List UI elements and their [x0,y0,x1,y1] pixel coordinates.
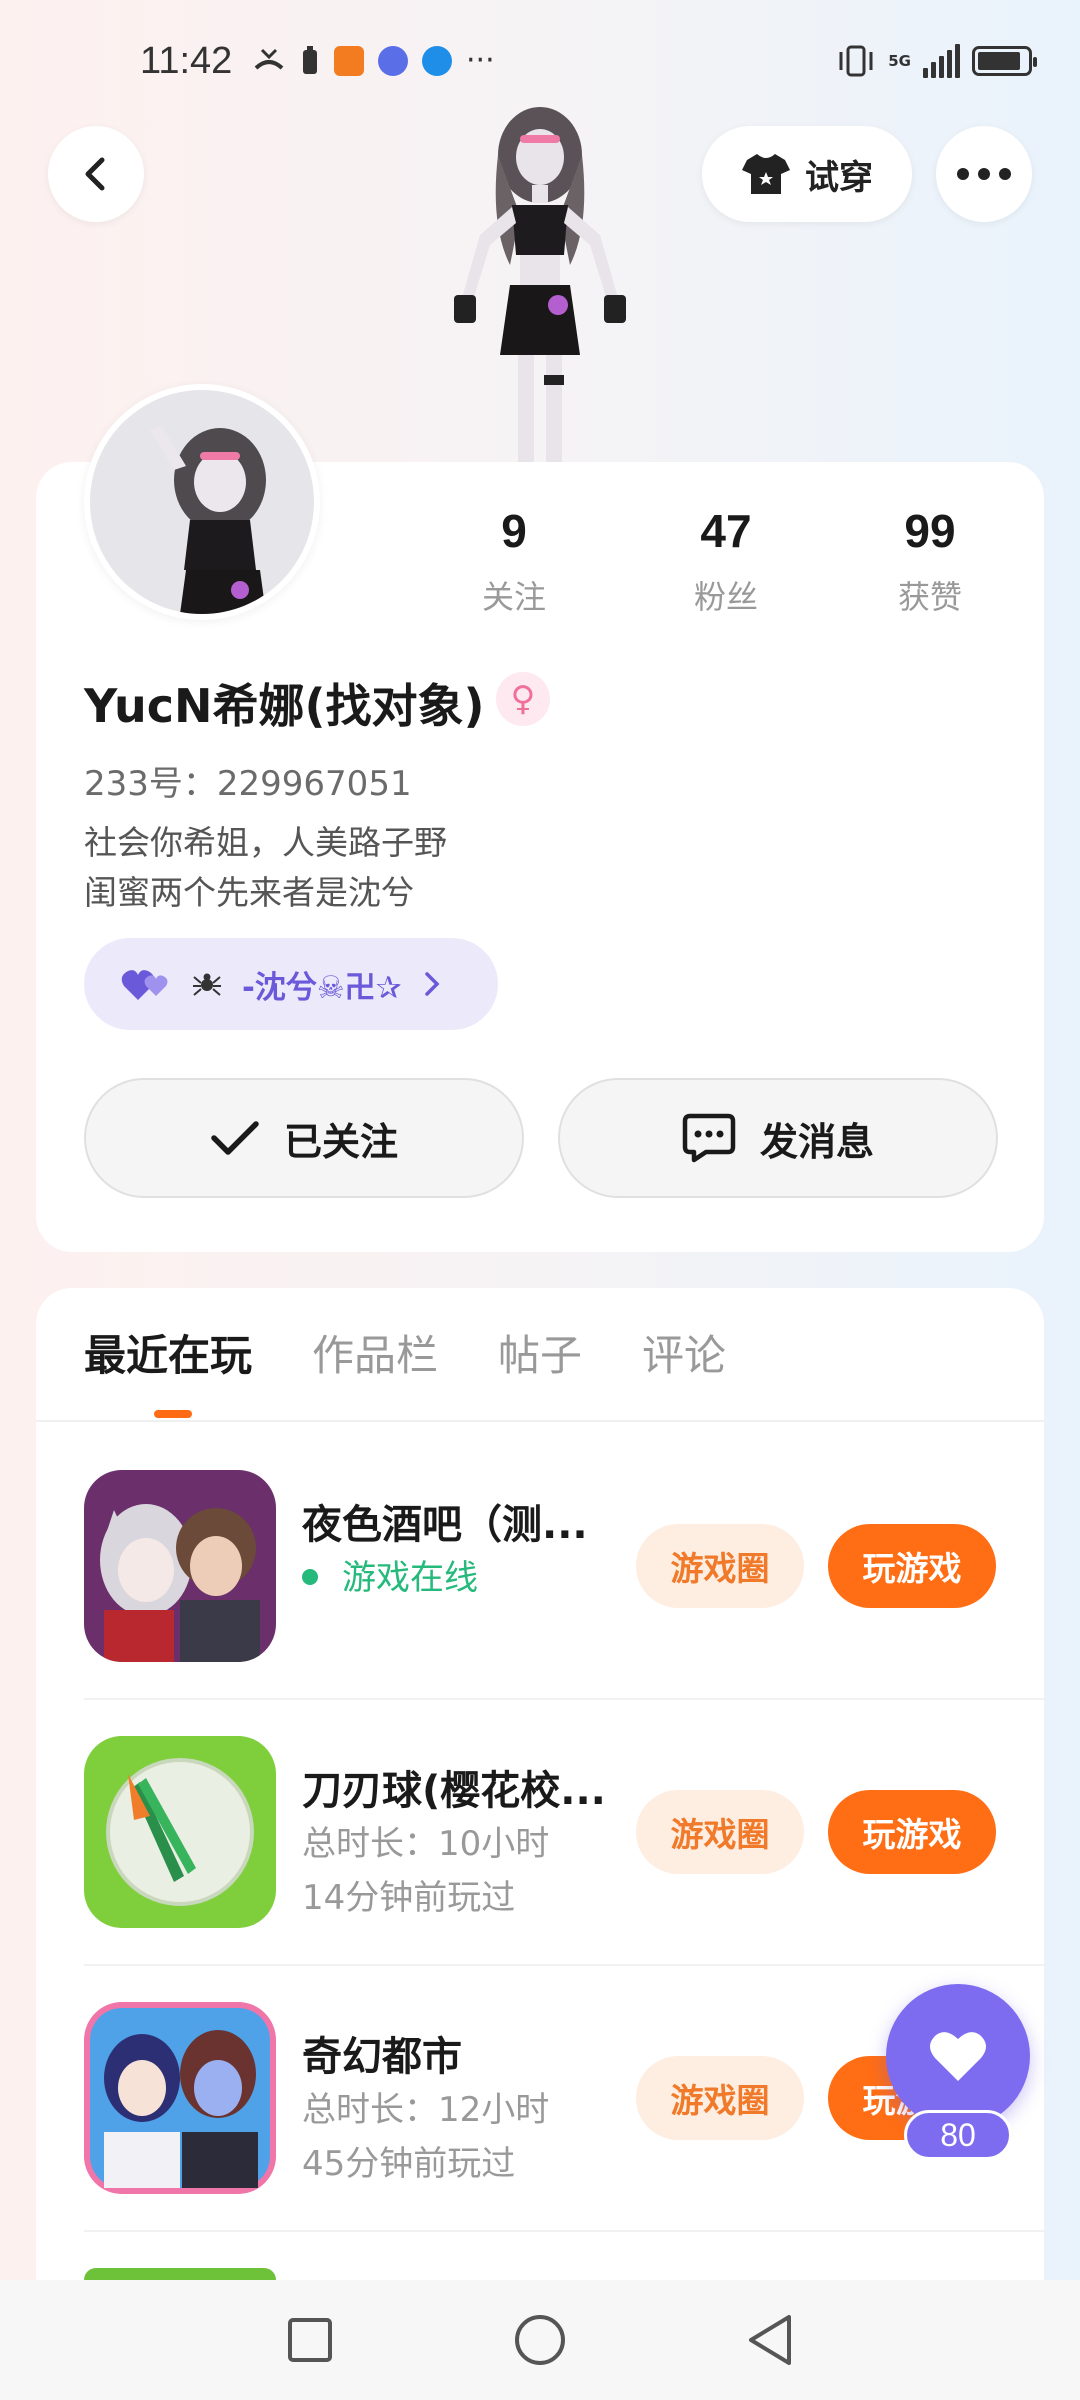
game-playtime: 总时长：12小时 [302,2090,550,2130]
stat-likes[interactable]: 99 获赞 [860,504,1000,618]
game-status: 游戏在线 [302,1550,478,1599]
stat-following-value: 9 [501,505,527,557]
game-title: 奇幻都市 [302,2034,462,2080]
stat-likes-label: 获赞 [897,578,962,616]
female-icon: ♀ [496,672,550,726]
tab-recently-played[interactable]: 最近在玩 [84,1322,252,1383]
bio-line: 社会你希姐，人美路子野 [84,823,447,862]
chat-bubble-icon [682,1113,736,1163]
divider [36,1420,1044,1422]
browser-icon [422,46,452,76]
battery-saver-icon [303,46,317,74]
more-options-button[interactable] [936,126,1032,222]
game-playtime: 总时长：10小时 [302,1824,550,1864]
relationship-chip[interactable]: -沈兮☠卍✰ [84,938,498,1030]
tab-indicator [154,1410,192,1418]
square-icon [288,2318,332,2362]
network-type: 5G [888,51,911,70]
chevron-right-icon [424,972,440,996]
vibrate-icon [839,45,873,77]
like-count: 80 [904,2110,1012,2160]
stat-followers[interactable]: 47 粉丝 [656,504,796,618]
tab-comments[interactable]: 评论 [642,1322,726,1383]
play-game-button[interactable]: 玩游戏 [828,1524,996,1608]
game-icon [84,1736,276,1928]
app-notification-icon [334,46,364,76]
game-circle-button[interactable]: 游戏圈 [636,2056,804,2140]
chevron-left-icon [85,157,105,191]
play-game-button[interactable]: 玩游戏 [828,1790,996,1874]
more-icon [957,168,1011,180]
stat-followers-label: 粉丝 [693,578,758,616]
system-nav-bar [0,2280,1080,2400]
tab-posts[interactable]: 帖子 [498,1322,582,1383]
spider-icon [193,973,221,996]
send-message-button[interactable]: 发消息 [558,1078,998,1198]
game-last-played: 45分钟前玩过 [302,2144,516,2184]
divider [84,1964,1044,1966]
followed-button-label: 已关注 [283,1119,398,1164]
game-row[interactable]: 刀刃球(樱花校... 总时长：10小时 14分钟前玩过 游戏圈 玩游戏 [84,1736,1044,1928]
hearts-icon [121,970,168,1000]
relationship-chip-label: -沈兮☠卍✰ [242,969,402,1006]
stat-following[interactable]: 9 关注 [444,504,584,618]
game-circle-button[interactable]: 游戏圈 [636,1524,804,1608]
recents-button[interactable] [280,2310,340,2370]
back-button[interactable] [48,126,144,222]
home-button[interactable] [510,2310,570,2370]
followed-button[interactable]: 已关注 [84,1078,524,1198]
online-dot-icon [302,1568,318,1585]
profile-tabs: 最近在玩 作品栏 帖子 评论 [84,1322,726,1383]
character-figure [454,107,626,465]
game-row[interactable]: 夜色酒吧（测... 游戏在线 游戏圈 玩游戏 [84,1470,1044,1662]
user-id: 233号：229967051 [84,764,412,804]
bio-line: 闺蜜两个先来者是沈兮 [84,873,414,912]
try-on-button[interactable]: 试穿 [702,126,912,222]
status-time: 11:42 [140,40,233,82]
heart-icon [930,2032,986,2081]
triangle-back-icon [749,2315,791,2365]
divider [84,1698,1044,1700]
game-circle-button[interactable]: 游戏圈 [636,1790,804,1874]
game-icon [84,2268,276,2280]
stat-following-label: 关注 [481,578,546,616]
tshirt-icon [742,154,790,194]
divider [84,2230,1044,2232]
try-on-label: 试穿 [805,157,873,198]
game-icon [84,2002,276,2194]
game-title: 夜色酒吧（测... [302,1502,588,1548]
avatar-image [150,426,266,614]
username: YucN希娜(找对象) [84,679,485,733]
game-status-text: 游戏在线 [342,1558,478,1598]
missed-call-icon [254,48,284,70]
game-last-played: 14分钟前玩过 [302,1878,516,1918]
avatar[interactable] [84,384,320,620]
game-title: 刀刃球(樱花校... [302,1768,606,1814]
more-notifications-icon: ··· [466,43,495,78]
bio: 社会你希姐，人美路子野 闺蜜两个先来者是沈兮 [84,818,447,918]
checkmark-icon [211,1121,259,1155]
battery-icon [972,46,1037,76]
music-icon [378,46,408,76]
stat-followers-value: 47 [700,505,752,557]
send-message-label: 发消息 [759,1119,874,1164]
tab-works[interactable]: 作品栏 [312,1322,438,1383]
like-button[interactable] [886,1984,1030,2128]
back-nav-button[interactable] [740,2310,800,2370]
circle-icon [515,2315,565,2365]
game-icon [84,1470,276,1662]
signal-icon [923,44,960,78]
stat-likes-value: 99 [904,505,956,557]
